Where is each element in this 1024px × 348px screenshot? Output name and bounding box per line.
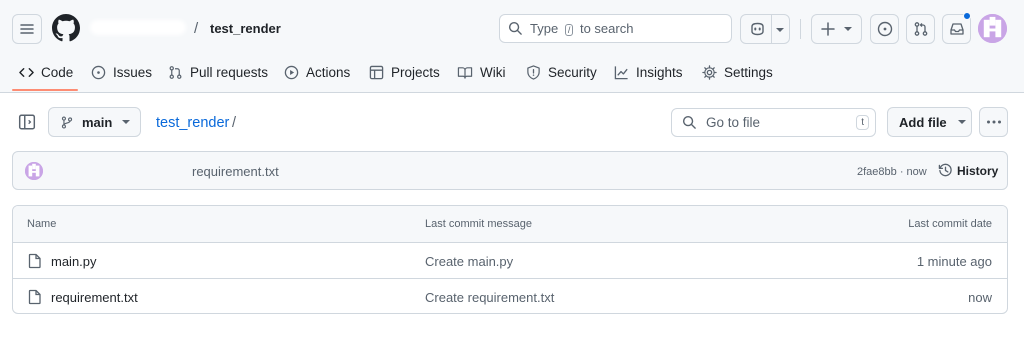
history-label: History xyxy=(957,163,999,178)
tab-label: Issues xyxy=(113,64,153,80)
split-divider xyxy=(771,15,772,43)
file-icon xyxy=(28,289,42,305)
branch-selector-button[interactable]: main xyxy=(48,107,141,137)
tab-issues[interactable]: Issues xyxy=(91,58,152,86)
repo-name-link[interactable]: test_render xyxy=(210,21,281,36)
tab-wiki[interactable]: Wiki xyxy=(457,58,506,86)
tab-label: Actions xyxy=(306,64,351,80)
shield-icon xyxy=(526,64,541,80)
search-shortcut-key: / xyxy=(564,24,574,36)
file-name-link[interactable]: requirement.txt xyxy=(51,290,138,305)
file-table: Name Last commit message Last commit dat… xyxy=(12,205,1008,314)
commit-date: now xyxy=(968,290,992,305)
search-icon xyxy=(508,21,523,36)
tab-label: Pull requests xyxy=(190,64,269,80)
menu-button[interactable] xyxy=(12,14,42,44)
search-prefix: Type xyxy=(530,21,559,36)
global-search-input[interactable]: Type / to search xyxy=(499,14,732,43)
more-options-button[interactable] xyxy=(979,107,1008,137)
go-to-file-placeholder: Go to file xyxy=(706,115,761,130)
add-file-button[interactable]: Add file xyxy=(887,107,972,137)
go-to-file-input[interactable]: Go to file t xyxy=(671,108,876,137)
history-button[interactable]: History xyxy=(938,163,998,178)
tab-pull-requests[interactable]: Pull requests xyxy=(168,58,268,86)
tab-label: Security xyxy=(548,64,597,80)
branch-icon xyxy=(60,115,74,130)
commit-message-link[interactable]: Create main.py xyxy=(425,254,513,269)
table-icon xyxy=(369,65,384,80)
commit-message-link[interactable]: Create requirement.txt xyxy=(425,290,554,305)
tab-label: Insights xyxy=(636,64,683,80)
global-header: / test_render Type / to search Code Issu… xyxy=(0,0,1024,93)
copilot-icon xyxy=(749,21,766,37)
path-separator: / xyxy=(194,20,199,37)
gear-icon xyxy=(702,64,717,80)
chevron-down-icon xyxy=(843,25,853,33)
latest-commit-bar: requirement.txt 2fae8bb · now History xyxy=(12,151,1008,190)
play-icon xyxy=(284,65,299,80)
table-header: Name Last commit message Last commit dat… xyxy=(13,206,1007,243)
sidebar-toggle-icon[interactable] xyxy=(18,113,36,131)
tab-code[interactable]: Code xyxy=(19,58,73,86)
latest-commit-message[interactable]: requirement.txt xyxy=(192,164,279,179)
search-icon xyxy=(682,115,697,130)
tab-label: Projects xyxy=(391,64,440,80)
tab-label: Wiki xyxy=(480,64,506,80)
pull-requests-button[interactable] xyxy=(906,14,935,44)
breadcrumb-separator: / xyxy=(232,115,237,131)
chevron-down-icon xyxy=(121,118,131,126)
history-icon xyxy=(938,163,953,178)
tab-security[interactable]: Security xyxy=(526,58,597,86)
avatar[interactable] xyxy=(978,14,1007,43)
notification-indicator xyxy=(963,12,971,20)
tab-settings[interactable]: Settings xyxy=(702,58,773,86)
menu-icon xyxy=(19,21,35,37)
search-suffix: to search xyxy=(579,21,634,36)
issue-opened-icon xyxy=(877,21,893,37)
header-divider xyxy=(800,19,801,39)
owner-name-redacted[interactable] xyxy=(90,20,186,35)
issue-icon xyxy=(91,65,106,80)
issues-button[interactable] xyxy=(870,14,899,44)
pull-request-icon xyxy=(913,21,929,37)
file-name-link[interactable]: main.py xyxy=(51,254,97,269)
column-header-date: Last commit date xyxy=(908,218,992,230)
code-icon xyxy=(19,65,34,80)
plus-icon xyxy=(821,22,835,36)
avatar[interactable] xyxy=(25,162,43,180)
tab-label: Code xyxy=(41,64,74,80)
chevron-down-icon[interactable] xyxy=(775,26,785,34)
file-icon xyxy=(28,253,42,269)
column-header-message: Last commit message xyxy=(425,218,532,230)
github-logo-icon[interactable] xyxy=(52,14,80,42)
breadcrumb-repo-link[interactable]: test_render xyxy=(156,115,229,131)
branch-name: main xyxy=(82,114,113,130)
column-header-name: Name xyxy=(27,218,57,230)
create-new-button[interactable] xyxy=(811,14,862,44)
go-to-file-shortcut: t xyxy=(856,115,869,130)
book-icon xyxy=(457,65,473,80)
commit-date: 1 minute ago xyxy=(916,254,992,269)
graph-icon xyxy=(614,65,629,80)
tab-actions[interactable]: Actions xyxy=(284,58,350,86)
chevron-down-icon xyxy=(957,118,967,126)
tab-insights[interactable]: Insights xyxy=(614,58,683,86)
copilot-button[interactable] xyxy=(740,14,790,44)
kebab-horizontal-icon xyxy=(986,120,1002,124)
inbox-icon xyxy=(949,21,965,37)
pull-request-icon xyxy=(168,65,183,80)
selected-tab-indicator xyxy=(12,89,78,91)
table-row[interactable]: requirement.txt Create requirement.txt n… xyxy=(13,279,1007,313)
add-file-label: Add file xyxy=(899,114,947,130)
tab-label: Settings xyxy=(724,64,773,80)
table-row[interactable]: main.py Create main.py 1 minute ago xyxy=(13,243,1007,279)
commit-hash-time[interactable]: 2fae8bb · now xyxy=(857,166,927,178)
tab-projects[interactable]: Projects xyxy=(369,58,440,86)
